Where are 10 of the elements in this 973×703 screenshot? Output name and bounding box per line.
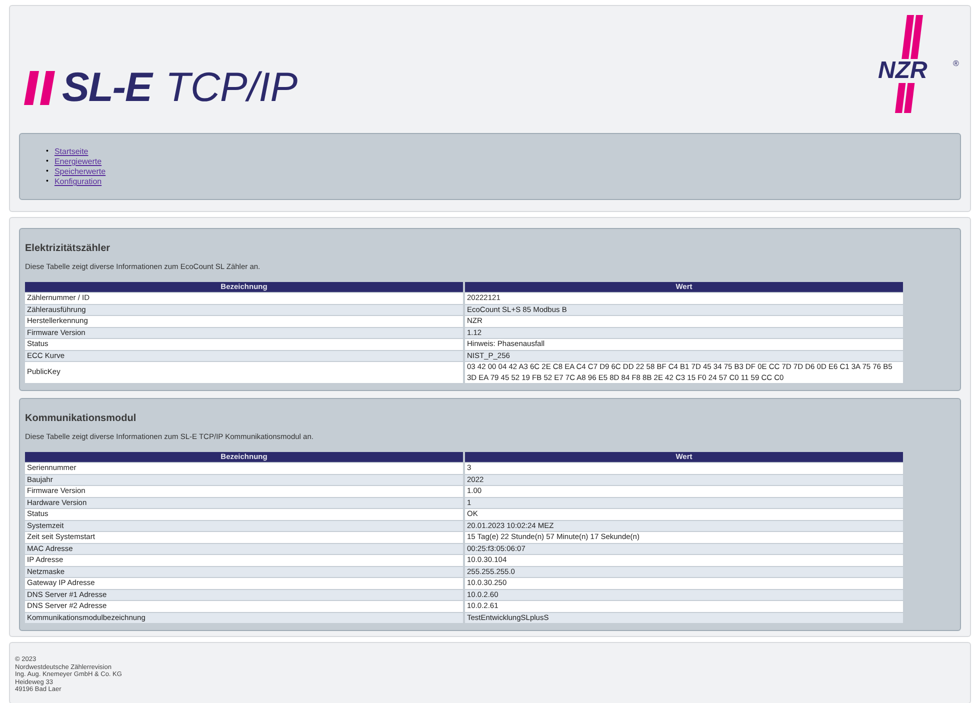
section-title: Kommunikationsmodul [25, 413, 138, 424]
logo-stripes-icon [24, 70, 58, 104]
logo-subtitle: TCP/IP [165, 64, 298, 111]
nav-link[interactable]: Konfiguration [54, 177, 102, 187]
nav-link[interactable]: Energiewerte [54, 157, 102, 167]
brand-logo: NZR ® [877, 15, 961, 113]
nav-link[interactable]: Speicherwerte [54, 167, 106, 177]
section-title: Elektrizitätszähler [25, 243, 112, 254]
nav-link[interactable]: Startseite [54, 147, 88, 157]
logo-text: SL-E [62, 64, 152, 111]
